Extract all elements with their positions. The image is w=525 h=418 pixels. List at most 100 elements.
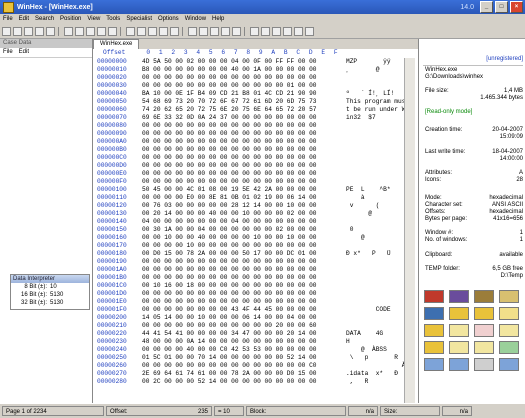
menu-position[interactable]: Position — [57, 16, 84, 22]
last-icon[interactable] — [232, 26, 241, 36]
save-icon[interactable] — [24, 26, 33, 36]
row-hex[interactable]: 00 76 03 00 00 00 00 00 28 12 14 00 00 1… — [142, 202, 317, 210]
row-text[interactable]: Ð x* P Ü — [346, 250, 391, 258]
row-text[interactable]: º ´ Í!¸ LÍ! — [346, 90, 394, 98]
hex-row[interactable]: 00000070 69 6E 33 32 0D 0A 24 37 00 00 00… — [93, 114, 418, 122]
row-text[interactable]: @ ÀBSS — [346, 346, 387, 354]
help-icon[interactable] — [499, 324, 519, 337]
case-menu-file[interactable]: File — [3, 48, 13, 57]
row-hex[interactable]: 00 00 00 00 00 00 00 00 00 00 00 00 00 0… — [142, 266, 317, 274]
archive-icon[interactable] — [474, 358, 494, 371]
row-hex[interactable]: 00 00 00 00 00 00 00 00 00 00 00 00 00 0… — [142, 162, 317, 170]
maximize-button[interactable]: □ — [495, 1, 508, 13]
menu-options[interactable]: Options — [155, 16, 182, 22]
row-hex[interactable]: BA 10 00 0E 1F B4 09 CD 21 B8 01 4C CD 2… — [142, 90, 317, 98]
row-hex[interactable]: 00 30 1A 00 00 04 00 00 00 00 00 00 02 0… — [142, 226, 317, 234]
script-icon[interactable] — [294, 26, 303, 36]
row-hex[interactable]: B8 00 00 00 00 00 00 00 40 00 1A 00 00 0… — [142, 66, 317, 74]
hex-row[interactable]: 000001B0 00 00 00 00 00 00 00 00 00 00 00… — [93, 274, 418, 282]
row-text[interactable]: 0 — [346, 226, 354, 234]
menu-help[interactable]: Help — [209, 16, 227, 22]
row-text[interactable]: in32 $7 — [346, 114, 376, 122]
hex-row[interactable]: 00000180 00 D0 15 00 78 2A 00 00 00 50 17… — [93, 250, 418, 258]
minimize-button[interactable]: _ — [480, 1, 493, 13]
hex-row[interactable]: 00000010 B8 00 00 00 00 00 00 00 40 00 1A… — [93, 66, 418, 74]
hex-row[interactable]: 000000B0 00 00 00 00 00 00 00 00 00 00 00… — [93, 146, 418, 154]
ram-icon[interactable] — [261, 26, 270, 36]
row-hex[interactable]: 00 00 00 00 00 00 00 00 00 00 00 00 20 0… — [142, 322, 317, 330]
undo-icon[interactable] — [64, 26, 73, 36]
copy-icon[interactable] — [86, 26, 95, 36]
hex-editor[interactable]: WinHex.exe Offset 0123456789ABCDEF 00000… — [93, 39, 418, 403]
menu-view[interactable]: View — [84, 16, 103, 22]
first-icon[interactable] — [221, 26, 230, 36]
row-hex[interactable]: 00 00 00 00 10 00 00 00 00 00 00 00 00 0… — [142, 242, 317, 250]
folder-open-icon[interactable] — [474, 307, 494, 320]
back-icon[interactable] — [199, 26, 208, 36]
row-text[interactable]: \ p R — [346, 354, 398, 362]
row-hex[interactable]: 00 00 10 00 00 40 00 00 00 00 10 00 00 1… — [142, 234, 317, 242]
row-hex[interactable]: 4D 5A 50 00 02 00 00 00 04 00 0F 00 FF F… — [142, 58, 317, 66]
row-text[interactable]: @ — [346, 210, 372, 218]
print-icon[interactable] — [35, 26, 44, 36]
row-hex[interactable]: 00 00 00 00 00 00 00 00 00 00 00 00 00 0… — [142, 274, 317, 282]
hex-row[interactable]: 00000220 44 41 54 41 00 00 00 00 34 47 00… — [93, 330, 418, 338]
hex-row[interactable]: 000000A0 00 00 00 00 00 00 00 00 00 00 00… — [93, 138, 418, 146]
row-hex[interactable]: 00 00 00 00 00 00 00 00 00 00 00 00 00 0… — [142, 138, 317, 146]
row-hex[interactable]: 50 45 00 00 4C 01 08 00 19 5E 42 2A 00 0… — [142, 186, 317, 194]
hex-row[interactable]: 00000030 00 00 00 00 00 00 00 00 00 00 00… — [93, 82, 418, 90]
forward-icon[interactable] — [210, 26, 219, 36]
hex-row[interactable]: 000000F0 00 00 00 00 00 00 00 00 00 00 00… — [93, 178, 418, 186]
hex-row[interactable]: 00000050 54 68 69 73 20 70 72 6F 67 72 61… — [93, 98, 418, 106]
delete-icon[interactable] — [474, 324, 494, 337]
goto-offset-icon[interactable] — [188, 26, 197, 36]
hex-row[interactable]: 000001F0 00 00 00 00 00 00 00 00 43 4F 44… — [93, 306, 418, 314]
new-file-icon[interactable] — [2, 26, 11, 36]
row-text[interactable]: .idata x* Ð — [346, 370, 398, 378]
hex-row[interactable]: 00000120 00 76 03 00 00 00 00 00 28 12 14… — [93, 202, 418, 210]
hex-row[interactable]: 00000230 48 00 00 00 0A 14 00 00 00 00 00… — [93, 338, 418, 346]
hex-row[interactable]: 000001C0 00 10 16 00 18 00 00 00 00 00 00… — [93, 282, 418, 290]
row-hex[interactable]: 04 00 00 00 00 00 00 00 04 00 00 00 00 0… — [142, 218, 317, 226]
row-text[interactable]: MZP ÿÿ — [346, 58, 391, 66]
menu-search[interactable]: Search — [32, 16, 57, 22]
cut-icon[interactable] — [75, 26, 84, 36]
vertical-scrollbar[interactable] — [404, 58, 415, 403]
paste-write-icon[interactable] — [108, 26, 117, 36]
mail-icon[interactable] — [424, 358, 444, 371]
hex-row[interactable]: 000001A0 00 00 00 00 00 00 00 00 00 00 00… — [93, 266, 418, 274]
row-text[interactable]: @ — [346, 234, 365, 242]
row-hex[interactable]: 74 20 62 65 20 72 75 6E 20 75 6E 64 65 7… — [142, 106, 317, 114]
row-text[interactable]: CODE — [346, 306, 391, 314]
menu-tools[interactable]: Tools — [103, 16, 123, 22]
tools-icon[interactable] — [499, 290, 519, 303]
note-icon[interactable] — [499, 307, 519, 320]
hex-rows[interactable]: 00000000 4D 5A 50 00 02 00 00 00 04 00 0F… — [93, 58, 418, 386]
tab-winhex-exe[interactable]: WinHex.exe — [93, 39, 140, 49]
flag-icon[interactable] — [305, 26, 314, 36]
row-text[interactable]: v ( — [346, 202, 380, 210]
chip-icon[interactable] — [474, 290, 494, 303]
calculator-icon[interactable] — [272, 26, 281, 36]
hex-row[interactable]: 00000200 14 05 14 00 00 10 00 00 00 06 14… — [93, 314, 418, 322]
image-icon[interactable] — [449, 341, 469, 354]
row-text[interactable]: à — [346, 194, 383, 202]
mail-send-icon[interactable] — [499, 358, 519, 371]
hex-row[interactable]: 00000110 00 00 00 00 E0 00 8E 81 0B 01 02… — [93, 194, 418, 202]
row-text[interactable]: DATA 4G — [346, 330, 383, 338]
hex-row[interactable]: 00000240 00 00 00 00 40 00 00 C0 42 53 53… — [93, 346, 418, 354]
row-text[interactable]: t be run under W — [346, 106, 405, 114]
hex-row[interactable]: 00000130 00 20 14 00 00 00 40 00 00 10 00… — [93, 210, 418, 218]
row-hex[interactable]: 48 00 00 00 0A 14 00 00 00 00 00 00 00 0… — [142, 338, 317, 346]
folder-icon[interactable] — [449, 307, 469, 320]
menu-file[interactable]: File — [0, 16, 16, 22]
find-icon[interactable] — [126, 26, 135, 36]
row-hex[interactable]: 00 00 00 00 00 00 00 00 00 00 00 00 00 0… — [142, 170, 317, 178]
row-hex[interactable]: 14 05 14 00 00 10 00 00 00 06 14 00 00 0… — [142, 314, 317, 322]
row-text[interactable]: PE L ^B* — [346, 186, 391, 194]
row-hex[interactable]: 01 5C 01 00 00 70 14 00 00 00 00 00 00 5… — [142, 354, 317, 362]
row-hex[interactable]: 54 68 69 73 20 70 72 6F 67 72 61 6D 20 6… — [142, 98, 317, 106]
row-text[interactable]: This program mus — [346, 98, 405, 106]
hex-row[interactable]: 00000060 74 20 62 65 20 72 75 6E 20 75 6E… — [93, 106, 418, 114]
row-text[interactable]: H — [346, 338, 376, 346]
